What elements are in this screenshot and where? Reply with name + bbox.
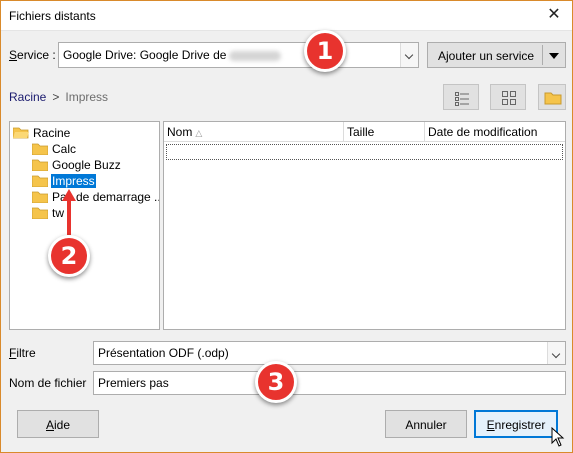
- cancel-button[interactable]: Annuler: [385, 410, 467, 438]
- filter-value: Présentation ODF (.odp): [98, 346, 229, 360]
- folder-icon: [32, 159, 48, 171]
- close-icon[interactable]: ✕: [542, 4, 566, 28]
- annotation-arrow-icon: [62, 189, 76, 235]
- folder-icon: [32, 175, 48, 187]
- tree-item-label: Google Buzz: [52, 158, 121, 172]
- tree-item-label-selected: Impress: [51, 174, 96, 188]
- folder-icon: [32, 207, 48, 219]
- mouse-cursor-icon: [551, 427, 565, 447]
- title-bar: Fichiers distants ✕: [1, 1, 572, 31]
- service-select[interactable]: Google Drive: Google Drive de: [58, 42, 419, 68]
- annotation-badge-2: 2: [48, 235, 90, 277]
- focus-row: [166, 144, 563, 160]
- save-button[interactable]: Enregistrer: [474, 410, 558, 438]
- service-value: Google Drive: Google Drive de: [63, 48, 227, 62]
- service-label: Service :: [9, 48, 56, 62]
- filter-select[interactable]: Présentation ODF (.odp): [93, 341, 566, 365]
- sort-ascending-icon: △: [195, 128, 203, 138]
- breadcrumb-root-link[interactable]: Racine: [9, 90, 46, 104]
- breadcrumb-current: Impress: [65, 90, 109, 104]
- chevron-down-icon[interactable]: [547, 342, 565, 364]
- remote-files-dialog: Fichiers distants ✕ Service : Google Dri…: [0, 0, 573, 453]
- grid-view-button[interactable]: [490, 84, 526, 110]
- folder-tree[interactable]: Racine Calc Google Buzz Impress Pas de d…: [9, 121, 160, 330]
- add-service-label: Ajouter un service: [438, 49, 535, 63]
- folder-icon: [32, 143, 48, 155]
- new-folder-button[interactable]: [538, 84, 566, 110]
- column-header-name[interactable]: Nom △: [164, 122, 344, 142]
- list-view-icon: [455, 92, 469, 106]
- breadcrumb: Racine > Impress: [9, 90, 108, 104]
- split-separator: [542, 45, 543, 65]
- tree-item-label: Racine: [33, 126, 71, 140]
- file-list[interactable]: Nom △ Taille Date de modification: [163, 121, 566, 330]
- column-header-modified[interactable]: Date de modification: [425, 122, 565, 142]
- add-service-button[interactable]: Ajouter un service: [427, 42, 566, 68]
- filename-label: Nom de fichier: [9, 376, 87, 390]
- tree-item-label: Calc: [52, 142, 77, 156]
- window-title: Fichiers distants: [9, 9, 96, 23]
- filename-value: Premiers pas: [98, 376, 169, 390]
- chevron-down-icon[interactable]: [400, 43, 418, 67]
- filename-input[interactable]: Premiers pas: [93, 371, 566, 395]
- new-folder-icon: [544, 92, 562, 105]
- column-header-size[interactable]: Taille: [344, 122, 425, 142]
- annotation-badge-1: 1: [304, 30, 346, 72]
- grid-view-icon: [502, 91, 516, 105]
- folder-open-icon: [13, 127, 29, 139]
- annotation-badge-3: 3: [255, 361, 297, 403]
- redacted-account: [229, 51, 281, 61]
- folder-icon: [32, 191, 48, 203]
- list-view-button[interactable]: [443, 84, 479, 110]
- dropdown-arrow-icon[interactable]: [549, 53, 559, 59]
- breadcrumb-separator: >: [52, 90, 60, 104]
- help-button[interactable]: Aide: [17, 410, 99, 438]
- filter-label: Filtre: [9, 346, 36, 360]
